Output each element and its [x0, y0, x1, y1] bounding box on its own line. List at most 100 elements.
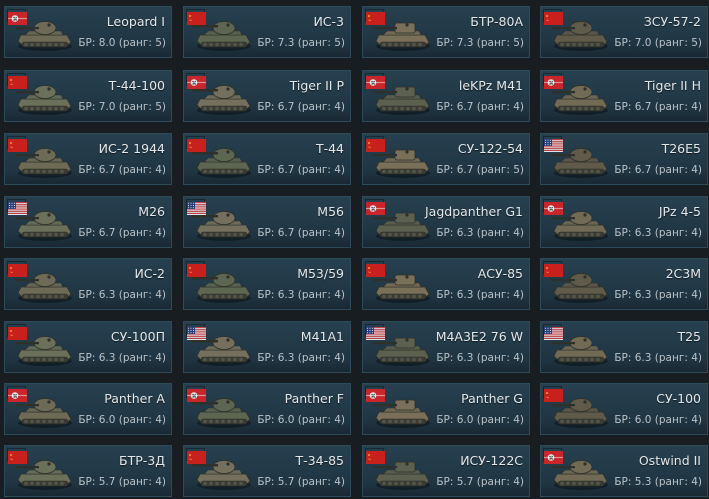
usa-flag-icon: [543, 136, 563, 152]
battle-rating: БР: 6.7 (ранг: 4): [436, 101, 524, 113]
germany-flag-icon: [543, 199, 563, 215]
battle-rating: БР: 6.7 (ранг: 4): [614, 101, 702, 113]
vehicle-card-ис-2-1944[interactable]: ИС-2 1944 БР: 6.7 (ранг: 4): [4, 133, 172, 185]
battle-rating: БР: 7.3 (ранг: 5): [436, 37, 524, 49]
battle-rating: БР: 6.7 (ранг: 4): [78, 164, 166, 176]
vehicle-name: Panther G: [461, 391, 523, 406]
battle-rating: БР: 6.3 (ранг: 4): [436, 289, 524, 301]
vehicle-card-t25[interactable]: T25 БР: 6.3 (ранг: 4): [540, 321, 708, 373]
battle-rating: БР: 6.7 (ранг: 4): [78, 227, 166, 239]
ussr-flag-icon: [365, 136, 385, 152]
ussr-flag-icon: [7, 73, 27, 89]
battle-rating: БР: 6.7 (ранг: 4): [257, 227, 345, 239]
vehicle-card-т-44-100[interactable]: Т-44-100 БР: 7.0 (ранг: 5): [4, 70, 172, 122]
vehicle-name: leKPz M41: [458, 78, 523, 93]
vehicle-card-panther-g[interactable]: Panther G БР: 6.0 (ранг: 4): [362, 383, 530, 435]
battle-rating: БР: 6.3 (ранг: 4): [614, 289, 702, 301]
vehicle-card-panther-f[interactable]: Panther F БР: 6.0 (ранг: 4): [183, 383, 351, 435]
battle-rating: БР: 6.3 (ранг: 4): [614, 227, 702, 239]
battle-rating: БР: 6.3 (ранг: 4): [257, 289, 345, 301]
vehicle-card-m53-59[interactable]: M53/59 БР: 6.3 (ранг: 4): [183, 258, 351, 310]
battle-rating: БР: 7.0 (ранг: 5): [78, 101, 166, 113]
usa-flag-icon: [7, 199, 27, 215]
germany-flag-icon: [365, 73, 385, 89]
vehicle-card-panther-a[interactable]: Panther A БР: 6.0 (ранг: 4): [4, 383, 172, 435]
vehicle-name: ИС-2: [134, 266, 165, 281]
vehicle-name: ИС-2 1944: [98, 141, 165, 156]
ussr-flag-icon: [365, 261, 385, 277]
vehicle-card-m56[interactable]: M56 БР: 6.7 (ранг: 4): [183, 196, 351, 248]
vehicle-card-m41a1[interactable]: M41A1 БР: 6.3 (ранг: 4): [183, 321, 351, 373]
vehicle-name: БТР-3Д: [119, 453, 165, 468]
vehicle-card-ostwind-ii[interactable]: Ostwind II БР: 5.3 (ранг: 4): [540, 445, 708, 497]
vehicle-card-2с3м[interactable]: 2С3М БР: 6.3 (ранг: 4): [540, 258, 708, 310]
ussr-flag-icon: [365, 448, 385, 464]
ussr-flag-icon: [186, 261, 206, 277]
vehicle-name: СУ-122-54: [457, 141, 523, 156]
vehicle-name: M53/59: [297, 266, 344, 281]
vehicle-card-tiger-ii-h[interactable]: Tiger II H БР: 6.7 (ранг: 4): [540, 70, 708, 122]
ussr-flag-icon: [543, 9, 563, 25]
vehicle-card-m26[interactable]: M26 БР: 6.7 (ранг: 4): [4, 196, 172, 248]
vehicle-name: БТР-80А: [470, 14, 523, 29]
vehicle-card-асу-85[interactable]: АСУ-85 БР: 6.3 (ранг: 4): [362, 258, 530, 310]
battle-rating: БР: 6.3 (ранг: 4): [436, 227, 524, 239]
germany-flag-icon: [543, 448, 563, 464]
battle-rating: БР: 6.3 (ранг: 4): [78, 289, 166, 301]
battle-rating: БР: 6.0 (ранг: 4): [78, 414, 166, 426]
usa-flag-icon: [186, 199, 206, 215]
vehicle-card-зсу-57-2[interactable]: ЗСУ-57-2 БР: 7.0 (ранг: 5): [540, 6, 708, 58]
battle-rating: БР: 7.3 (ранг: 5): [257, 37, 345, 49]
vehicle-card-су-122-54[interactable]: СУ-122-54 БР: 6.7 (ранг: 5): [362, 133, 530, 185]
battle-rating: БР: 6.3 (ранг: 4): [436, 352, 524, 364]
vehicle-name: ЗСУ-57-2: [643, 14, 701, 29]
ussr-flag-icon: [186, 9, 206, 25]
usa-flag-icon: [365, 324, 385, 340]
germany-flag-icon: [7, 386, 27, 402]
vehicle-name: Т-44: [315, 141, 344, 156]
battle-rating: БР: 8.0 (ранг: 5): [78, 37, 166, 49]
vehicle-card-m4a3e2-76-w[interactable]: M4A3E2 76 W БР: 6.3 (ранг: 4): [362, 321, 530, 373]
vehicle-name: M56: [317, 204, 344, 219]
battle-rating: БР: 6.7 (ранг: 4): [257, 101, 345, 113]
vehicle-card-lekpz-m41[interactable]: leKPz M41 БР: 6.7 (ранг: 4): [362, 70, 530, 122]
vehicle-name: Т-34-85: [295, 453, 344, 468]
vehicle-card-бтр-3д[interactable]: БТР-3Д БР: 5.7 (ранг: 4): [4, 445, 172, 497]
vehicle-name: Jagdpanther G1: [425, 204, 523, 219]
vehicle-name: ИС-3: [313, 14, 344, 29]
vehicle-card-ис-3[interactable]: ИС-3 БР: 7.3 (ранг: 5): [183, 6, 351, 58]
vehicle-card-су-100[interactable]: СУ-100 БР: 6.0 (ранг: 4): [540, 383, 708, 435]
battle-rating: БР: 6.0 (ранг: 4): [257, 414, 345, 426]
vehicle-name: ИСУ-122С: [460, 453, 523, 468]
vehicle-card-jpz-4-5[interactable]: JPz 4-5 БР: 6.3 (ранг: 4): [540, 196, 708, 248]
vehicle-name: M41A1: [300, 329, 344, 344]
vehicle-card-ис-2[interactable]: ИС-2 БР: 6.3 (ранг: 4): [4, 258, 172, 310]
vehicle-card-т-44[interactable]: Т-44 БР: 6.7 (ранг: 4): [183, 133, 351, 185]
battle-rating: БР: 6.7 (ранг: 4): [257, 164, 345, 176]
vehicle-name: Leopard I: [106, 14, 165, 29]
ussr-flag-icon: [543, 261, 563, 277]
vehicle-name: Т-44-100: [108, 78, 165, 93]
battle-rating: БР: 5.7 (ранг: 4): [257, 476, 345, 488]
usa-flag-icon: [186, 324, 206, 340]
ussr-flag-icon: [365, 9, 385, 25]
vehicle-card-leopard-i[interactable]: Leopard I БР: 8.0 (ранг: 5): [4, 6, 172, 58]
vehicle-name: T26E5: [661, 141, 701, 156]
germany-flag-icon: [186, 386, 206, 402]
vehicle-card-tiger-ii-p[interactable]: Tiger II P БР: 6.7 (ранг: 4): [183, 70, 351, 122]
vehicle-card-т-34-85[interactable]: Т-34-85 БР: 5.7 (ранг: 4): [183, 445, 351, 497]
vehicle-name: СУ-100П: [110, 329, 165, 344]
vehicle-card-су-100п[interactable]: СУ-100П БР: 6.3 (ранг: 4): [4, 321, 172, 373]
vehicle-name: АСУ-85: [477, 266, 523, 281]
battle-rating: БР: 5.7 (ранг: 4): [78, 476, 166, 488]
vehicle-grid: Leopard I БР: 8.0 (ранг: 5) ИС-3 БР: 7.3 (р…: [0, 0, 709, 499]
vehicle-card-ису-122с[interactable]: ИСУ-122С БР: 5.7 (ранг: 4): [362, 445, 530, 497]
ussr-flag-icon: [7, 261, 27, 277]
vehicle-name: Ostwind II: [638, 453, 701, 468]
germany-flag-icon: [7, 9, 27, 25]
vehicle-name: Panther F: [284, 391, 344, 406]
vehicle-name: M4A3E2 76 W: [435, 329, 523, 344]
vehicle-card-jagdpanther-g1[interactable]: Jagdpanther G1 БР: 6.3 (ранг: 4): [362, 196, 530, 248]
vehicle-card-бтр-80а[interactable]: БТР-80А БР: 7.3 (ранг: 5): [362, 6, 530, 58]
vehicle-card-t26e5[interactable]: T26E5 БР: 6.7 (ранг: 4): [540, 133, 708, 185]
